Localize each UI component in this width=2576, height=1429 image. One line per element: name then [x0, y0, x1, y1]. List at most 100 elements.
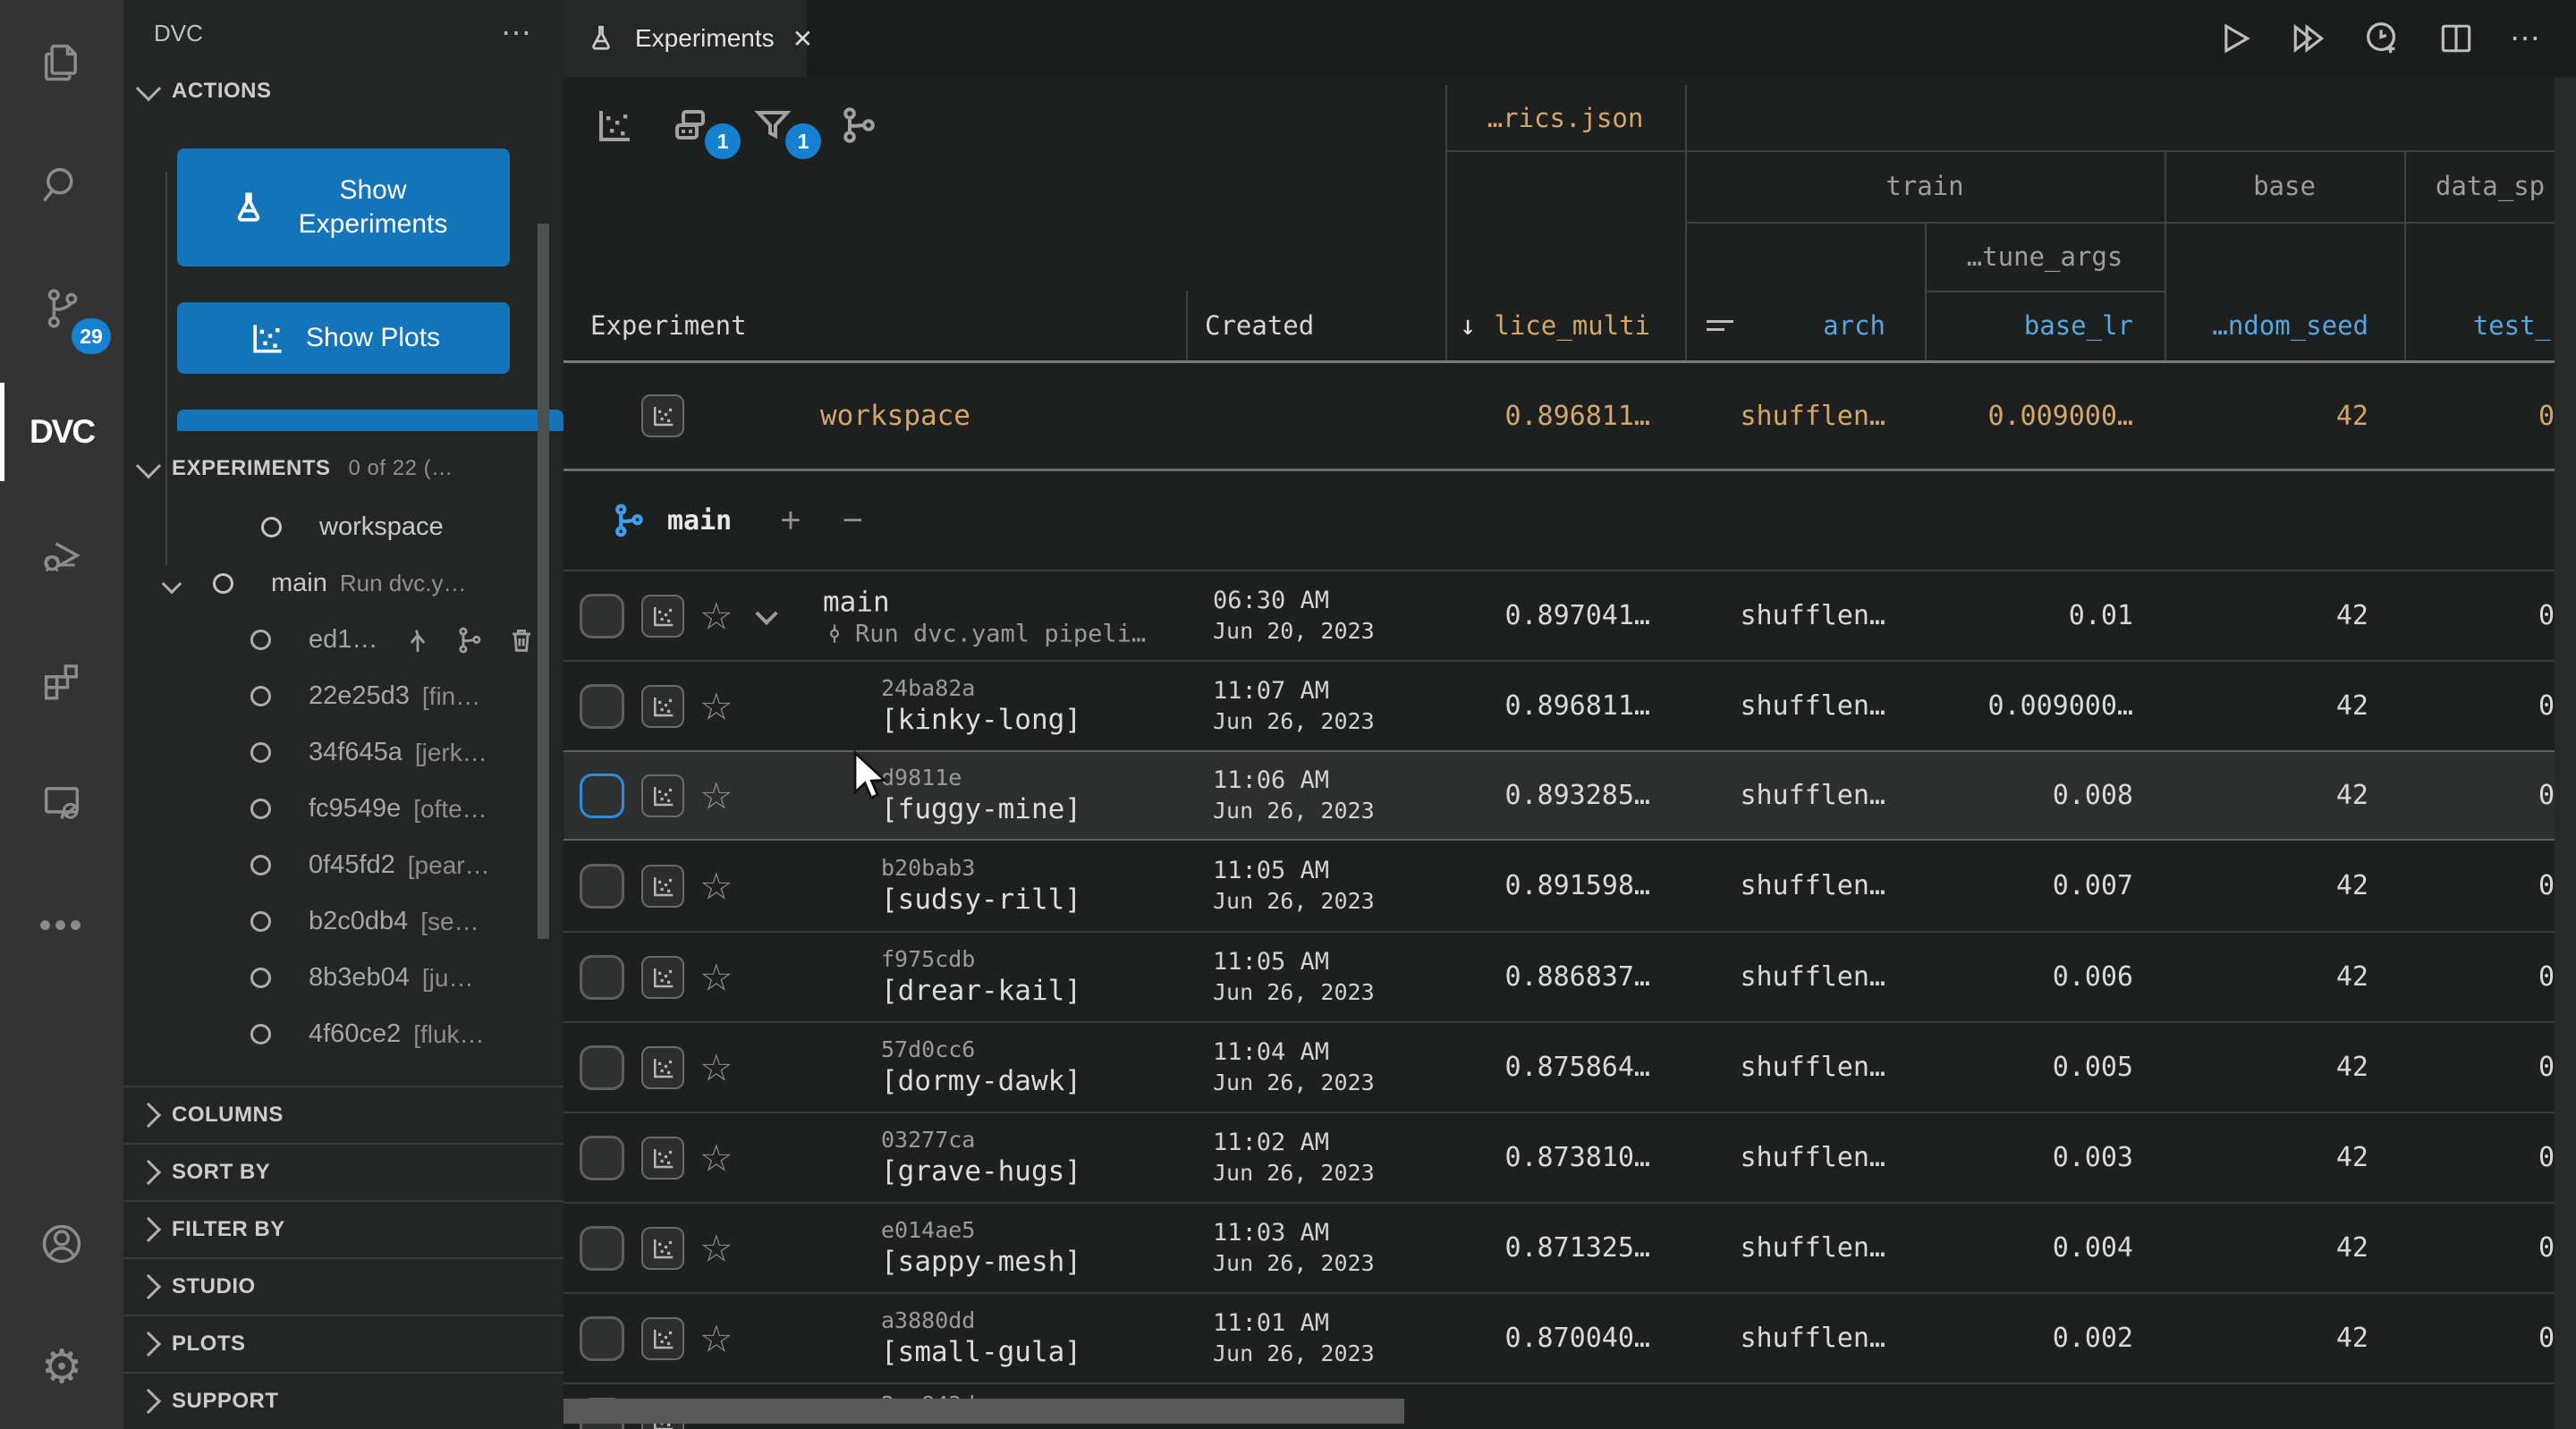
search-icon[interactable]	[0, 123, 123, 247]
remote-explorer-icon[interactable]	[0, 740, 123, 864]
editor-more-icon[interactable]: ⋯	[2510, 21, 2542, 56]
metrics-file-group-header[interactable]: …rics.json	[1445, 85, 1685, 150]
show-experiments-button[interactable]: Show Experiments	[177, 148, 510, 266]
sidebar-section-sort-by[interactable]: SORT BY	[123, 1143, 564, 1200]
account-icon[interactable]	[0, 1182, 123, 1306]
tree-item[interactable]: workspace	[123, 499, 564, 555]
run-icon[interactable]	[2215, 19, 2254, 58]
actions-section-header[interactable]: ACTIONS	[123, 66, 564, 116]
more-activity-icon[interactable]: •••	[0, 864, 123, 987]
experiment-column-header[interactable]: Experiment	[590, 291, 1127, 360]
experiment-row[interactable]: ☆ 24ba82a [kinky-long] 11:07 AM Jun 26, …	[564, 660, 2576, 750]
apply-icon[interactable]	[402, 625, 433, 655]
row-plot-button[interactable]	[641, 394, 684, 437]
row-plot-button[interactable]	[641, 956, 684, 999]
sidebar-section-columns[interactable]: COLUMNS	[123, 1086, 564, 1143]
source-control-icon[interactable]: 29	[0, 247, 123, 370]
row-checkbox[interactable]	[580, 864, 624, 909]
row-plot-button[interactable]	[641, 774, 684, 817]
run-all-icon[interactable]	[2288, 19, 2327, 58]
settings-gear-icon[interactable]: ⚙	[0, 1306, 123, 1429]
star-icon[interactable]: ☆	[699, 864, 733, 908]
tree-item[interactable]: ed1…	[123, 612, 564, 668]
star-icon[interactable]: ☆	[699, 1045, 733, 1089]
row-plot-button[interactable]	[641, 865, 684, 908]
chevron-down-icon[interactable]	[755, 602, 777, 624]
row-checkbox[interactable]	[580, 774, 624, 818]
random-seed-column-header[interactable]: …ndom_seed	[2165, 291, 2404, 360]
sidebar-section-plots[interactable]: PLOTS	[123, 1315, 564, 1372]
row-checkbox[interactable]	[580, 1226, 624, 1271]
tree-item[interactable]: 22e25d3 [fin…	[123, 668, 564, 724]
base-lr-column-header[interactable]: base_lr	[1925, 291, 2165, 360]
tree-item[interactable]: 8b3eb04 [ju…	[123, 950, 564, 1006]
branch-icon[interactable]	[454, 625, 485, 655]
explorer-icon[interactable]	[0, 0, 123, 123]
commit-row[interactable]: ☆ main Run dvc.yaml pipeli… 06:30 AM Jun…	[564, 570, 2576, 660]
queue-clock-icon[interactable]	[2361, 18, 2402, 59]
star-icon[interactable]: ☆	[699, 1136, 733, 1180]
tree-item[interactable]: 0f45fd2 [pear…	[123, 837, 564, 893]
branch-icon[interactable]	[837, 104, 880, 150]
tune-args-group-header[interactable]: …tune_args	[1925, 222, 2165, 291]
test-column-header[interactable]: test_	[2404, 291, 2576, 360]
row-plot-button[interactable]	[641, 595, 684, 638]
row-checkbox[interactable]	[580, 594, 624, 638]
tree-item[interactable]: main Run dvc.y…	[123, 555, 564, 612]
experiment-row[interactable]: ☆ 03277ca [grave-hugs] 11:02 AM Jun 26, …	[564, 1112, 2576, 1202]
sidebar-section-studio[interactable]: STUDIO	[123, 1257, 564, 1315]
seed-cell: 42	[2165, 870, 2404, 901]
sidebar-more-icon[interactable]: ⋯	[501, 15, 533, 51]
star-icon[interactable]: ☆	[699, 684, 733, 728]
row-checkbox[interactable]	[580, 955, 624, 1000]
experiments-section-header[interactable]: EXPERIMENTS 0 of 22 (…	[123, 444, 564, 494]
test-cell: 0	[2404, 401, 2576, 432]
base-group-header[interactable]: base	[2165, 150, 2404, 222]
sidebar-section-filter-by[interactable]: FILTER BY	[123, 1200, 564, 1257]
row-checkbox[interactable]	[580, 1045, 624, 1090]
tree-item[interactable]: b2c0db4 [se…	[123, 893, 564, 950]
split-editor-icon[interactable]	[2436, 19, 2476, 58]
sidebar-scrollbar[interactable]	[538, 224, 549, 939]
star-icon[interactable]: ☆	[699, 1226, 733, 1270]
row-plot-button[interactable]	[641, 1317, 684, 1360]
train-group-header[interactable]: train	[1685, 150, 2165, 222]
data-split-group-header[interactable]: data_sp	[2404, 150, 2576, 222]
run-and-debug-icon[interactable]	[0, 494, 123, 617]
remove-branch-button[interactable]: −	[843, 501, 863, 541]
experiment-row[interactable]: ☆ b20bab3 [sudsy-rill] 11:05 AM Jun 26, …	[564, 841, 2576, 931]
tree-item[interactable]: fc9549e [ofte…	[123, 781, 564, 837]
dvc-activity-icon[interactable]: DVC	[0, 370, 123, 494]
experiment-row[interactable]: ☆ e014ae5 [sappy-mesh] 11:03 AM Jun 26, …	[564, 1202, 2576, 1292]
metric-column-header[interactable]: ↓ lice_multi	[1445, 291, 1685, 360]
experiment-row[interactable]: ☆ 57d0cc6 [dormy-dawk] 11:04 AM Jun 26, …	[564, 1021, 2576, 1112]
tree-item[interactable]: 34f645a [jerk…	[123, 724, 564, 781]
experiment-row[interactable]: ☆ f975cdb [drear-kail] 11:05 AM Jun 26, …	[564, 931, 2576, 1021]
row-plot-button[interactable]	[641, 1137, 684, 1180]
row-plot-button[interactable]	[641, 685, 684, 728]
horizontal-scrollbar[interactable]	[564, 1399, 1404, 1424]
trash-icon[interactable]	[506, 625, 537, 655]
star-icon[interactable]: ☆	[699, 774, 733, 817]
row-checkbox[interactable]	[580, 1136, 624, 1180]
created-column-header[interactable]: Created	[1205, 291, 1419, 360]
row-plot-button[interactable]	[641, 1046, 684, 1089]
show-plots-button[interactable]: Show Plots	[177, 302, 510, 374]
workspace-row[interactable]: ☆ workspace 0.896811… shufflen… 0.009000…	[564, 363, 2576, 469]
arch-column-header[interactable]: arch	[1685, 291, 1925, 360]
row-plot-button[interactable]	[641, 1227, 684, 1270]
experiment-row[interactable]: ☆ a3880dd [small-gula] 11:01 AM Jun 26, …	[564, 1292, 2576, 1382]
tab-experiments[interactable]: Experiments ✕	[564, 0, 807, 77]
close-icon[interactable]: ✕	[792, 24, 813, 54]
tree-item[interactable]: 4f60ce2 [fluk…	[123, 1006, 564, 1062]
star-icon[interactable]: ☆	[699, 955, 733, 999]
row-checkbox[interactable]	[580, 1316, 624, 1361]
star-icon[interactable]: ☆	[699, 594, 733, 638]
plots-icon[interactable]	[592, 104, 635, 150]
row-checkbox[interactable]	[580, 684, 624, 729]
extensions-icon[interactable]	[0, 617, 123, 740]
star-icon[interactable]: ☆	[699, 1316, 733, 1360]
add-branch-button[interactable]: +	[780, 501, 801, 541]
partially-scrolled-button[interactable]	[177, 410, 564, 431]
sidebar-section-support[interactable]: SUPPORT	[123, 1372, 564, 1429]
